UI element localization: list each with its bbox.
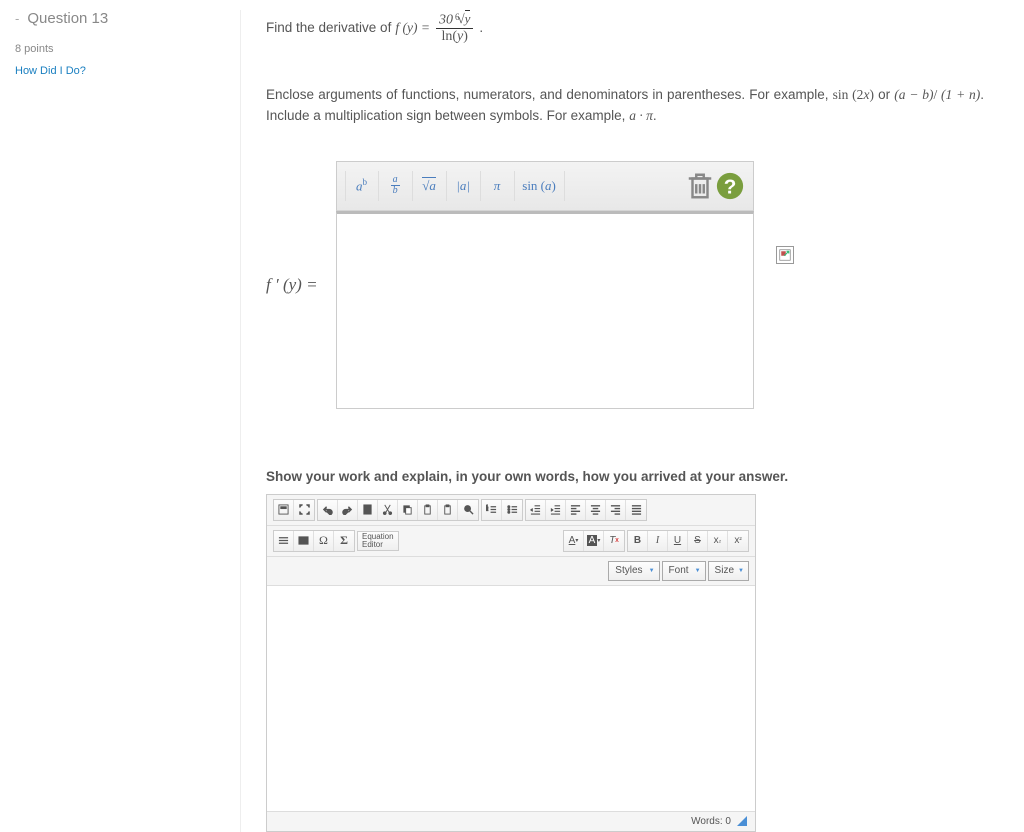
omega-icon[interactable]: Ω: [314, 531, 334, 551]
superscript-icon[interactable]: x²: [728, 531, 748, 551]
table-icon[interactable]: [294, 531, 314, 551]
align-left-icon[interactable]: [566, 500, 586, 520]
prompt-lead: Find the derivative of: [266, 20, 391, 35]
points-label: 8 points: [15, 43, 220, 55]
align-justify-icon[interactable]: [626, 500, 646, 520]
maximize-icon[interactable]: [294, 500, 314, 520]
subscript-icon[interactable]: x₂: [708, 531, 728, 551]
trig-button[interactable]: sin (a): [515, 171, 565, 201]
how-did-i-do-link[interactable]: How Did I Do?: [15, 65, 220, 77]
equation-toolbar: ab ab √a |a| π sin (a) ?: [336, 161, 754, 211]
bg-color-icon[interactable]: A▾: [584, 531, 604, 551]
abs-button[interactable]: |a|: [447, 171, 481, 201]
hr-icon[interactable]: [274, 531, 294, 551]
strike-icon[interactable]: S: [688, 531, 708, 551]
outdent-icon[interactable]: [526, 500, 546, 520]
font-select[interactable]: Font: [662, 561, 706, 581]
rte-footer: Words: 0: [267, 811, 755, 831]
trash-icon[interactable]: [685, 171, 715, 201]
equation-editor-button[interactable]: Equation Editor: [357, 531, 399, 551]
svg-text:?: ?: [723, 175, 736, 198]
rte-toolbar-row-2: Ω Σ Equation Editor A▾ A▾ Tx B I U: [267, 526, 755, 557]
function-lhs: f (y) =: [395, 20, 430, 36]
styles-select[interactable]: Styles: [608, 561, 659, 581]
rte-content[interactable]: [267, 586, 755, 811]
size-select[interactable]: Size: [708, 561, 749, 581]
sqrt-button[interactable]: √a: [413, 171, 447, 201]
equation-editor: ab ab √a |a| π sin (a) ?: [336, 161, 754, 409]
sigma-icon[interactable]: Σ: [334, 531, 354, 551]
bullet-list-icon[interactable]: [502, 500, 522, 520]
period: .: [479, 20, 483, 35]
remove-format-icon[interactable]: Tx: [604, 531, 624, 551]
find-icon[interactable]: [458, 500, 478, 520]
denominator: ln(y): [438, 29, 470, 45]
copy-icon[interactable]: [398, 500, 418, 520]
question-title: - Question 13: [15, 10, 220, 27]
resize-grip[interactable]: [737, 816, 747, 826]
numerator: 306√y: [436, 10, 473, 29]
text-color-icon[interactable]: A▾: [564, 531, 584, 551]
question-label: Question 13: [27, 10, 108, 27]
equation-popup-icon[interactable]: [776, 246, 794, 264]
rich-text-editor: 12 Ω Σ: [266, 494, 756, 832]
word-count: Words: 0: [691, 816, 731, 827]
instructions: Enclose arguments of functions, numerato…: [266, 85, 984, 126]
svg-text:2: 2: [486, 508, 488, 512]
exponent-button[interactable]: ab: [345, 171, 379, 201]
undo-icon[interactable]: [318, 500, 338, 520]
redo-icon[interactable]: [338, 500, 358, 520]
collapse-dash[interactable]: -: [15, 11, 19, 26]
bold-icon[interactable]: B: [628, 531, 648, 551]
numbered-list-icon[interactable]: 12: [482, 500, 502, 520]
source-icon[interactable]: [274, 500, 294, 520]
align-center-icon[interactable]: [586, 500, 606, 520]
select-all-icon[interactable]: [358, 500, 378, 520]
show-work-heading: Show your work and explain, in your own …: [266, 469, 984, 484]
help-icon[interactable]: ?: [715, 171, 745, 201]
rte-toolbar-row-3: Styles Font Size: [267, 557, 755, 586]
italic-icon[interactable]: I: [648, 531, 668, 551]
cut-icon[interactable]: [378, 500, 398, 520]
question-prompt: Find the derivative of f (y) = 306√y ln(…: [266, 10, 984, 45]
indent-icon[interactable]: [546, 500, 566, 520]
equation-input[interactable]: [336, 211, 754, 409]
function-fraction: 306√y ln(y): [436, 10, 473, 45]
rte-toolbar-row-1: 12: [267, 495, 755, 526]
underline-icon[interactable]: U: [668, 531, 688, 551]
answer-lhs: f ′ (y) =: [266, 275, 318, 295]
pi-button[interactable]: π: [481, 171, 515, 201]
fraction-button[interactable]: ab: [379, 171, 413, 201]
align-right-icon[interactable]: [606, 500, 626, 520]
paste-icon[interactable]: [418, 500, 438, 520]
paste-word-icon[interactable]: [438, 500, 458, 520]
